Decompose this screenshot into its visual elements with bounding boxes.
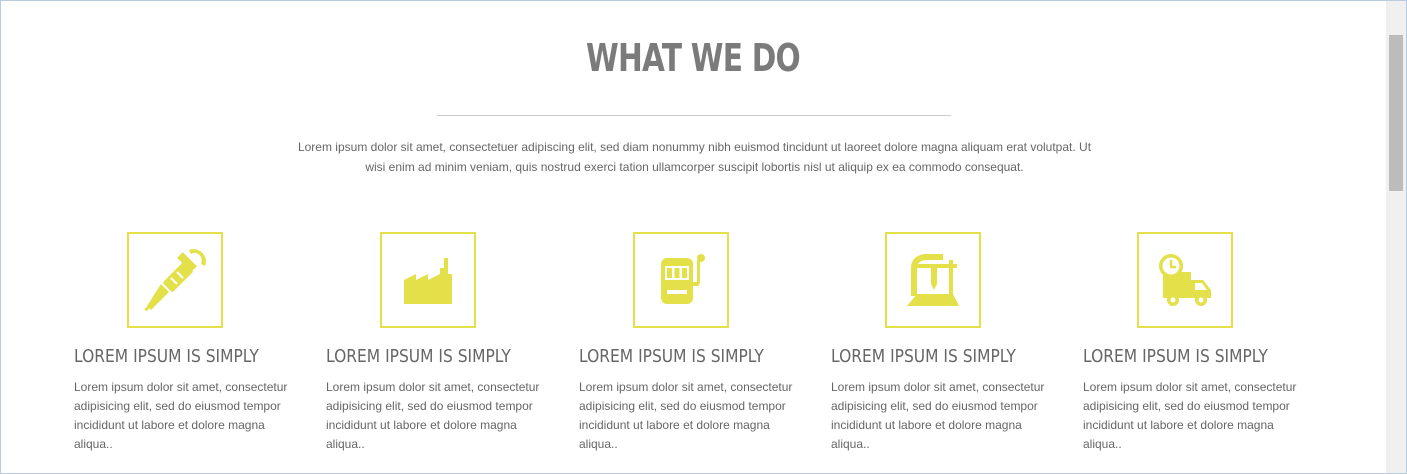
title-divider — [437, 115, 951, 116]
cnc-machine-icon — [907, 254, 959, 306]
section-intro: Lorem ipsum dolor sit amet, consectetuer… — [297, 140, 1092, 174]
delivery-truck-icon — [1159, 254, 1211, 306]
icon-box[interactable] — [885, 232, 981, 328]
service-text: Lorem ipsum dolor sit amet, consectetur … — [74, 380, 288, 451]
vertical-scrollbar[interactable] — [1386, 1, 1406, 473]
scrollbar-thumb[interactable] — [1389, 35, 1403, 191]
icon-box[interactable] — [380, 232, 476, 328]
service-title: LOREM IPSUM IS SIMPLY — [1083, 346, 1268, 367]
service-text: Lorem ipsum dolor sit amet, consectetur … — [326, 380, 540, 451]
syringe-icon — [144, 249, 206, 312]
service-title: LOREM IPSUM IS SIMPLY — [831, 346, 1016, 367]
service-title: LOREM IPSUM IS SIMPLY — [74, 346, 259, 367]
slot-machine-icon — [661, 254, 705, 304]
service-text: Lorem ipsum dolor sit amet, consectetur … — [579, 380, 793, 451]
icon-box[interactable] — [633, 232, 729, 328]
service-text: Lorem ipsum dolor sit amet, consectetur … — [1083, 380, 1297, 451]
icon-box[interactable] — [1137, 232, 1233, 328]
factory-icon — [404, 258, 452, 304]
service-title: LOREM IPSUM IS SIMPLY — [579, 346, 764, 367]
service-text: Lorem ipsum dolor sit amet, consectetur … — [831, 380, 1045, 451]
section-title: WHAT WE DO — [586, 36, 801, 80]
service-title: LOREM IPSUM IS SIMPLY — [326, 346, 511, 367]
icon-box[interactable] — [127, 232, 223, 328]
